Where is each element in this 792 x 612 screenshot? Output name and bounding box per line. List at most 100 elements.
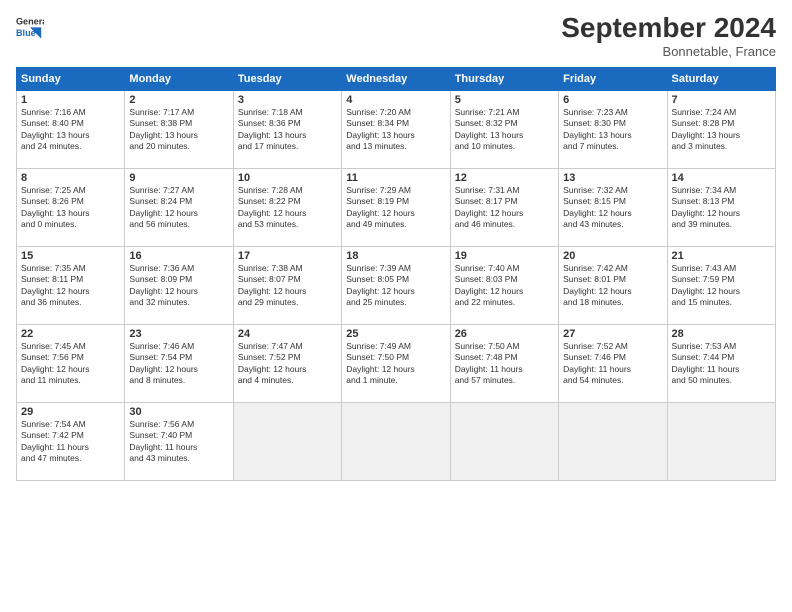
- day-info: Sunrise: 7:28 AMSunset: 8:22 PMDaylight:…: [238, 185, 337, 231]
- table-row: [342, 403, 450, 481]
- day-number: 12: [455, 172, 554, 184]
- table-row: 7Sunrise: 7:24 AMSunset: 8:28 PMDaylight…: [667, 91, 775, 169]
- day-number: 1: [21, 94, 120, 106]
- day-info: Sunrise: 7:38 AMSunset: 8:07 PMDaylight:…: [238, 263, 337, 309]
- table-row: 2Sunrise: 7:17 AMSunset: 8:38 PMDaylight…: [125, 91, 233, 169]
- day-info: Sunrise: 7:34 AMSunset: 8:13 PMDaylight:…: [672, 185, 771, 231]
- title-area: September 2024 Bonnetable, France: [561, 12, 776, 59]
- day-number: 14: [672, 172, 771, 184]
- day-info: Sunrise: 7:18 AMSunset: 8:36 PMDaylight:…: [238, 107, 337, 153]
- table-row: 26Sunrise: 7:50 AMSunset: 7:48 PMDayligh…: [450, 325, 558, 403]
- table-row: 27Sunrise: 7:52 AMSunset: 7:46 PMDayligh…: [559, 325, 667, 403]
- table-row: 6Sunrise: 7:23 AMSunset: 8:30 PMDaylight…: [559, 91, 667, 169]
- day-info: Sunrise: 7:45 AMSunset: 7:56 PMDaylight:…: [21, 341, 120, 387]
- day-info: Sunrise: 7:56 AMSunset: 7:40 PMDaylight:…: [129, 419, 228, 465]
- table-row: [450, 403, 558, 481]
- day-number: 22: [21, 328, 120, 340]
- calendar-table: Sunday Monday Tuesday Wednesday Thursday…: [16, 67, 776, 481]
- day-info: Sunrise: 7:36 AMSunset: 8:09 PMDaylight:…: [129, 263, 228, 309]
- table-row: 23Sunrise: 7:46 AMSunset: 7:54 PMDayligh…: [125, 325, 233, 403]
- day-number: 25: [346, 328, 445, 340]
- header-saturday: Saturday: [667, 68, 775, 91]
- table-row: 24Sunrise: 7:47 AMSunset: 7:52 PMDayligh…: [233, 325, 341, 403]
- day-info: Sunrise: 7:17 AMSunset: 8:38 PMDaylight:…: [129, 107, 228, 153]
- day-info: Sunrise: 7:23 AMSunset: 8:30 PMDaylight:…: [563, 107, 662, 153]
- table-row: 30Sunrise: 7:56 AMSunset: 7:40 PMDayligh…: [125, 403, 233, 481]
- table-row: 22Sunrise: 7:45 AMSunset: 7:56 PMDayligh…: [17, 325, 125, 403]
- day-info: Sunrise: 7:50 AMSunset: 7:48 PMDaylight:…: [455, 341, 554, 387]
- day-number: 23: [129, 328, 228, 340]
- table-row: 3Sunrise: 7:18 AMSunset: 8:36 PMDaylight…: [233, 91, 341, 169]
- day-number: 9: [129, 172, 228, 184]
- day-info: Sunrise: 7:47 AMSunset: 7:52 PMDaylight:…: [238, 341, 337, 387]
- subtitle: Bonnetable, France: [561, 44, 776, 59]
- day-info: Sunrise: 7:46 AMSunset: 7:54 PMDaylight:…: [129, 341, 228, 387]
- day-info: Sunrise: 7:20 AMSunset: 8:34 PMDaylight:…: [346, 107, 445, 153]
- table-row: 11Sunrise: 7:29 AMSunset: 8:19 PMDayligh…: [342, 169, 450, 247]
- table-row: 21Sunrise: 7:43 AMSunset: 7:59 PMDayligh…: [667, 247, 775, 325]
- page: General Blue September 2024 Bonnetable, …: [0, 0, 792, 612]
- day-number: 2: [129, 94, 228, 106]
- day-info: Sunrise: 7:52 AMSunset: 7:46 PMDaylight:…: [563, 341, 662, 387]
- table-row: [559, 403, 667, 481]
- day-number: 16: [129, 250, 228, 262]
- day-number: 4: [346, 94, 445, 106]
- day-info: Sunrise: 7:25 AMSunset: 8:26 PMDaylight:…: [21, 185, 120, 231]
- day-info: Sunrise: 7:31 AMSunset: 8:17 PMDaylight:…: [455, 185, 554, 231]
- day-number: 5: [455, 94, 554, 106]
- day-number: 19: [455, 250, 554, 262]
- header-friday: Friday: [559, 68, 667, 91]
- day-number: 7: [672, 94, 771, 106]
- day-info: Sunrise: 7:29 AMSunset: 8:19 PMDaylight:…: [346, 185, 445, 231]
- header-monday: Monday: [125, 68, 233, 91]
- table-row: [667, 403, 775, 481]
- day-number: 10: [238, 172, 337, 184]
- svg-text:General: General: [16, 17, 44, 27]
- day-number: 27: [563, 328, 662, 340]
- day-number: 30: [129, 406, 228, 418]
- day-info: Sunrise: 7:42 AMSunset: 8:01 PMDaylight:…: [563, 263, 662, 309]
- day-number: 15: [21, 250, 120, 262]
- day-number: 29: [21, 406, 120, 418]
- header: General Blue September 2024 Bonnetable, …: [16, 12, 776, 59]
- header-sunday: Sunday: [17, 68, 125, 91]
- day-number: 20: [563, 250, 662, 262]
- day-number: 6: [563, 94, 662, 106]
- day-info: Sunrise: 7:21 AMSunset: 8:32 PMDaylight:…: [455, 107, 554, 153]
- table-row: 19Sunrise: 7:40 AMSunset: 8:03 PMDayligh…: [450, 247, 558, 325]
- day-number: 28: [672, 328, 771, 340]
- table-row: 16Sunrise: 7:36 AMSunset: 8:09 PMDayligh…: [125, 247, 233, 325]
- day-info: Sunrise: 7:35 AMSunset: 8:11 PMDaylight:…: [21, 263, 120, 309]
- table-row: 17Sunrise: 7:38 AMSunset: 8:07 PMDayligh…: [233, 247, 341, 325]
- table-row: 14Sunrise: 7:34 AMSunset: 8:13 PMDayligh…: [667, 169, 775, 247]
- day-number: 11: [346, 172, 445, 184]
- day-info: Sunrise: 7:39 AMSunset: 8:05 PMDaylight:…: [346, 263, 445, 309]
- table-row: 29Sunrise: 7:54 AMSunset: 7:42 PMDayligh…: [17, 403, 125, 481]
- day-number: 21: [672, 250, 771, 262]
- table-row: 8Sunrise: 7:25 AMSunset: 8:26 PMDaylight…: [17, 169, 125, 247]
- table-row: 13Sunrise: 7:32 AMSunset: 8:15 PMDayligh…: [559, 169, 667, 247]
- day-number: 8: [21, 172, 120, 184]
- table-row: 15Sunrise: 7:35 AMSunset: 8:11 PMDayligh…: [17, 247, 125, 325]
- table-row: 5Sunrise: 7:21 AMSunset: 8:32 PMDaylight…: [450, 91, 558, 169]
- day-info: Sunrise: 7:53 AMSunset: 7:44 PMDaylight:…: [672, 341, 771, 387]
- month-title: September 2024: [561, 12, 776, 44]
- day-info: Sunrise: 7:32 AMSunset: 8:15 PMDaylight:…: [563, 185, 662, 231]
- table-row: [233, 403, 341, 481]
- table-row: 9Sunrise: 7:27 AMSunset: 8:24 PMDaylight…: [125, 169, 233, 247]
- day-info: Sunrise: 7:16 AMSunset: 8:40 PMDaylight:…: [21, 107, 120, 153]
- day-info: Sunrise: 7:24 AMSunset: 8:28 PMDaylight:…: [672, 107, 771, 153]
- table-row: 12Sunrise: 7:31 AMSunset: 8:17 PMDayligh…: [450, 169, 558, 247]
- day-number: 13: [563, 172, 662, 184]
- day-info: Sunrise: 7:40 AMSunset: 8:03 PMDaylight:…: [455, 263, 554, 309]
- day-info: Sunrise: 7:49 AMSunset: 7:50 PMDaylight:…: [346, 341, 445, 387]
- header-tuesday: Tuesday: [233, 68, 341, 91]
- day-number: 17: [238, 250, 337, 262]
- table-row: 4Sunrise: 7:20 AMSunset: 8:34 PMDaylight…: [342, 91, 450, 169]
- logo: General Blue: [16, 12, 44, 40]
- table-row: 10Sunrise: 7:28 AMSunset: 8:22 PMDayligh…: [233, 169, 341, 247]
- day-info: Sunrise: 7:43 AMSunset: 7:59 PMDaylight:…: [672, 263, 771, 309]
- table-row: 1Sunrise: 7:16 AMSunset: 8:40 PMDaylight…: [17, 91, 125, 169]
- day-number: 18: [346, 250, 445, 262]
- table-row: 18Sunrise: 7:39 AMSunset: 8:05 PMDayligh…: [342, 247, 450, 325]
